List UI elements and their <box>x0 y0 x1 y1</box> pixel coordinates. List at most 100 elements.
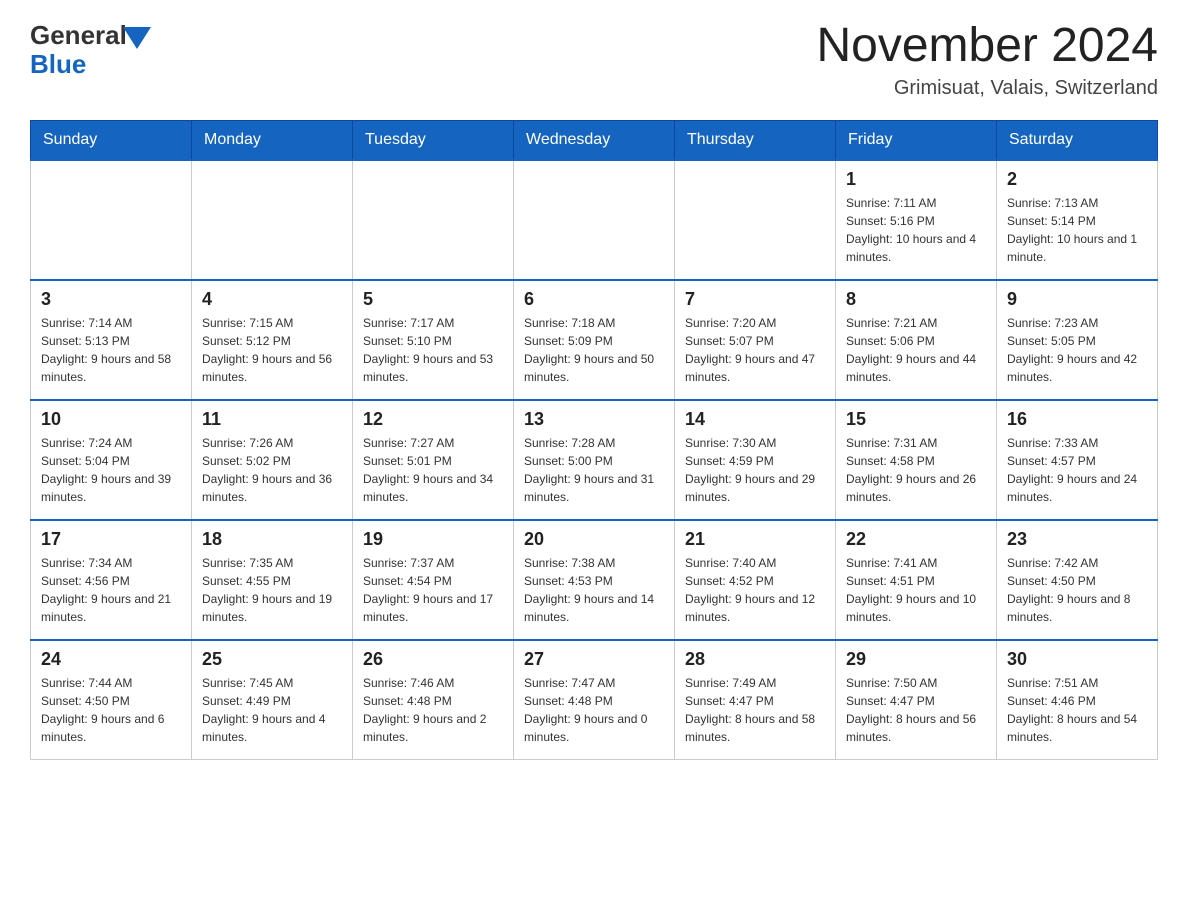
day-info: Sunrise: 7:51 AM Sunset: 4:46 PM Dayligh… <box>1007 674 1147 746</box>
calendar-cell: 1 Sunrise: 7:11 AM Sunset: 5:16 PM Daylig… <box>836 160 997 280</box>
calendar-cell: 19Sunrise: 7:37 AM Sunset: 4:54 PM Dayli… <box>353 520 514 640</box>
day-info: Sunrise: 7:13 AM Sunset: 5:14 PM Dayligh… <box>1007 194 1147 266</box>
title-section: November 2024 Grimisuat, Valais, Switzer… <box>816 20 1158 100</box>
logo-blue-text: Blue <box>30 49 86 80</box>
logo-general-text: General <box>30 20 127 51</box>
day-info: Sunrise: 7:27 AM Sunset: 5:01 PM Dayligh… <box>363 434 503 506</box>
calendar-cell <box>675 160 836 280</box>
calendar-cell: 13 Sunrise: 7:28 AM Sunset: 5:00 PM Dayli… <box>514 400 675 520</box>
day-number: 28 <box>685 649 825 670</box>
day-info: Sunrise: 7:30 AM Sunset: 4:59 PM Dayligh… <box>685 434 825 506</box>
calendar-cell: 17 Sunrise: 7:34 AM Sunset: 4:56 PM Dayli… <box>31 520 192 640</box>
day-info: Sunrise: 7:45 AM Sunset: 4:49 PM Dayligh… <box>202 674 342 746</box>
calendar-week-row: 10 Sunrise: 7:24 AM Sunset: 5:04 PM Dayli… <box>31 400 1158 520</box>
calendar-header-row: SundayMondayTuesdayWednesdayThursdayFrid… <box>31 120 1158 160</box>
day-info: Sunrise: 7:31 AM Sunset: 4:58 PM Dayligh… <box>846 434 986 506</box>
column-header-monday: Monday <box>192 120 353 160</box>
calendar-cell: 24 Sunrise: 7:44 AM Sunset: 4:50 PM Dayli… <box>31 640 192 760</box>
day-number: 2 <box>1007 169 1147 190</box>
calendar-cell: 2 Sunrise: 7:13 AM Sunset: 5:14 PM Daylig… <box>997 160 1158 280</box>
calendar-cell: 30 Sunrise: 7:51 AM Sunset: 4:46 PM Dayli… <box>997 640 1158 760</box>
column-header-tuesday: Tuesday <box>353 120 514 160</box>
calendar-cell: 14 Sunrise: 7:30 AM Sunset: 4:59 PM Dayli… <box>675 400 836 520</box>
calendar-cell <box>31 160 192 280</box>
calendar-cell: 10 Sunrise: 7:24 AM Sunset: 5:04 PM Dayli… <box>31 400 192 520</box>
day-number: 23 <box>1007 529 1147 550</box>
day-number: 6 <box>524 289 664 310</box>
calendar-cell <box>514 160 675 280</box>
day-number: 21 <box>685 529 825 550</box>
month-title: November 2024 <box>816 20 1158 73</box>
day-info: Sunrise: 7:23 AM Sunset: 5:05 PM Dayligh… <box>1007 314 1147 386</box>
calendar-cell: 15 Sunrise: 7:31 AM Sunset: 4:58 PM Dayli… <box>836 400 997 520</box>
location-title: Grimisuat, Valais, Switzerland <box>816 77 1158 100</box>
calendar-cell: 29 Sunrise: 7:50 AM Sunset: 4:47 PM Dayli… <box>836 640 997 760</box>
day-info: Sunrise: 7:44 AM Sunset: 4:50 PM Dayligh… <box>41 674 181 746</box>
calendar-cell: 20Sunrise: 7:38 AM Sunset: 4:53 PM Dayli… <box>514 520 675 640</box>
day-number: 15 <box>846 409 986 430</box>
day-info: Sunrise: 7:35 AM Sunset: 4:55 PM Dayligh… <box>202 554 342 626</box>
day-info: Sunrise: 7:34 AM Sunset: 4:56 PM Dayligh… <box>41 554 181 626</box>
calendar-cell: 12 Sunrise: 7:27 AM Sunset: 5:01 PM Dayli… <box>353 400 514 520</box>
day-number: 17 <box>41 529 181 550</box>
day-info: Sunrise: 7:42 AM Sunset: 4:50 PM Dayligh… <box>1007 554 1147 626</box>
day-number: 20 <box>524 529 664 550</box>
day-number: 10 <box>41 409 181 430</box>
calendar-week-row: 17 Sunrise: 7:34 AM Sunset: 4:56 PM Dayli… <box>31 520 1158 640</box>
calendar-cell: 16 Sunrise: 7:33 AM Sunset: 4:57 PM Dayli… <box>997 400 1158 520</box>
day-info: Sunrise: 7:33 AM Sunset: 4:57 PM Dayligh… <box>1007 434 1147 506</box>
calendar-cell <box>353 160 514 280</box>
day-number: 22 <box>846 529 986 550</box>
day-info: Sunrise: 7:11 AM Sunset: 5:16 PM Dayligh… <box>846 194 986 266</box>
day-info: Sunrise: 7:49 AM Sunset: 4:47 PM Dayligh… <box>685 674 825 746</box>
day-number: 9 <box>1007 289 1147 310</box>
calendar-cell: 6Sunrise: 7:18 AM Sunset: 5:09 PM Daylig… <box>514 280 675 400</box>
day-info: Sunrise: 7:20 AM Sunset: 5:07 PM Dayligh… <box>685 314 825 386</box>
day-info: Sunrise: 7:50 AM Sunset: 4:47 PM Dayligh… <box>846 674 986 746</box>
calendar-cell: 7 Sunrise: 7:20 AM Sunset: 5:07 PM Daylig… <box>675 280 836 400</box>
column-header-wednesday: Wednesday <box>514 120 675 160</box>
day-number: 11 <box>202 409 342 430</box>
day-number: 7 <box>685 289 825 310</box>
page-header: General Blue November 2024 Grimisuat, Va… <box>30 20 1158 100</box>
calendar-cell: 22 Sunrise: 7:41 AM Sunset: 4:51 PM Dayli… <box>836 520 997 640</box>
day-info: Sunrise: 7:24 AM Sunset: 5:04 PM Dayligh… <box>41 434 181 506</box>
day-info: Sunrise: 7:40 AM Sunset: 4:52 PM Dayligh… <box>685 554 825 626</box>
calendar-cell: 3 Sunrise: 7:14 AM Sunset: 5:13 PM Daylig… <box>31 280 192 400</box>
day-number: 16 <box>1007 409 1147 430</box>
day-number: 14 <box>685 409 825 430</box>
day-number: 13 <box>524 409 664 430</box>
day-info: Sunrise: 7:47 AM Sunset: 4:48 PM Dayligh… <box>524 674 664 746</box>
day-number: 26 <box>363 649 503 670</box>
day-info: Sunrise: 7:14 AM Sunset: 5:13 PM Dayligh… <box>41 314 181 386</box>
calendar-cell: 9 Sunrise: 7:23 AM Sunset: 5:05 PM Daylig… <box>997 280 1158 400</box>
calendar-cell: 11 Sunrise: 7:26 AM Sunset: 5:02 PM Dayli… <box>192 400 353 520</box>
day-number: 29 <box>846 649 986 670</box>
day-number: 5 <box>363 289 503 310</box>
day-info: Sunrise: 7:26 AM Sunset: 5:02 PM Dayligh… <box>202 434 342 506</box>
day-number: 4 <box>202 289 342 310</box>
day-number: 3 <box>41 289 181 310</box>
day-number: 24 <box>41 649 181 670</box>
day-number: 12 <box>363 409 503 430</box>
column-header-thursday: Thursday <box>675 120 836 160</box>
column-header-friday: Friday <box>836 120 997 160</box>
day-number: 18 <box>202 529 342 550</box>
day-info: Sunrise: 7:15 AM Sunset: 5:12 PM Dayligh… <box>202 314 342 386</box>
calendar-week-row: 3 Sunrise: 7:14 AM Sunset: 5:13 PM Daylig… <box>31 280 1158 400</box>
day-info: Sunrise: 7:46 AM Sunset: 4:48 PM Dayligh… <box>363 674 503 746</box>
day-info: Sunrise: 7:28 AM Sunset: 5:00 PM Dayligh… <box>524 434 664 506</box>
day-number: 30 <box>1007 649 1147 670</box>
day-number: 1 <box>846 169 986 190</box>
calendar-cell: 28 Sunrise: 7:49 AM Sunset: 4:47 PM Dayli… <box>675 640 836 760</box>
day-info: Sunrise: 7:21 AM Sunset: 5:06 PM Dayligh… <box>846 314 986 386</box>
calendar-table: SundayMondayTuesdayWednesdayThursdayFrid… <box>30 120 1158 761</box>
day-number: 19 <box>363 529 503 550</box>
calendar-cell: 26 Sunrise: 7:46 AM Sunset: 4:48 PM Dayli… <box>353 640 514 760</box>
day-info: Sunrise: 7:41 AM Sunset: 4:51 PM Dayligh… <box>846 554 986 626</box>
calendar-cell: 27 Sunrise: 7:47 AM Sunset: 4:48 PM Dayli… <box>514 640 675 760</box>
column-header-sunday: Sunday <box>31 120 192 160</box>
logo: General Blue <box>30 20 151 80</box>
calendar-cell: 4 Sunrise: 7:15 AM Sunset: 5:12 PM Daylig… <box>192 280 353 400</box>
day-number: 27 <box>524 649 664 670</box>
